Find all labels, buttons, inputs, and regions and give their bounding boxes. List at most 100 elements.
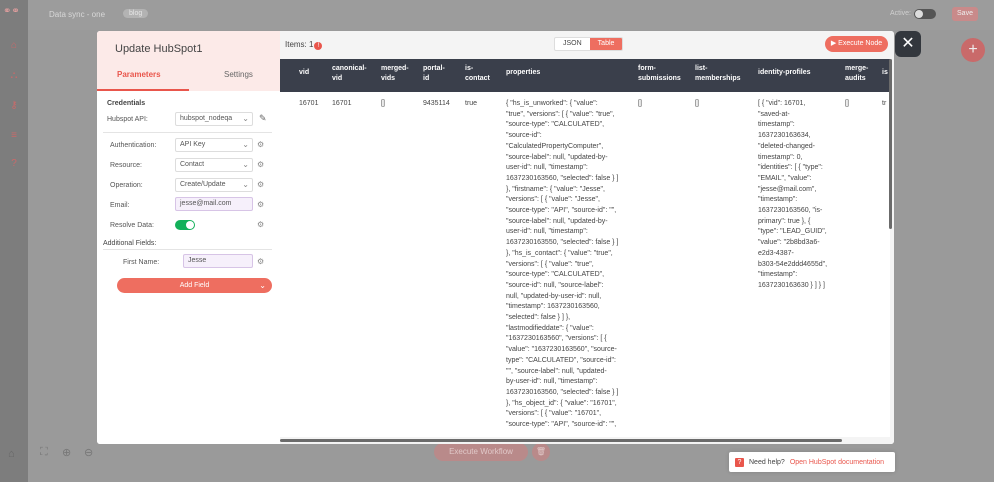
app-topbar — [28, 0, 994, 30]
column-header-merged-vids: merged- vids — [381, 65, 409, 82]
execute-workflow-label: Execute Workflow — [449, 447, 513, 456]
active-tab-indicator — [97, 89, 189, 91]
resource-select[interactable]: Contact ⌄ — [175, 158, 253, 172]
cell-canonical-vid: 16701 — [332, 100, 352, 107]
add-field-label: Add Field — [179, 282, 210, 289]
executions-icon[interactable]: ≡ — [8, 130, 20, 142]
canvas-home-icon[interactable]: ⌂ — [8, 448, 15, 460]
n8n-logo[interactable]: ⚭⚭ — [3, 6, 25, 20]
cell-merged-vids: [] — [381, 100, 385, 107]
tab-parameters[interactable]: Parameters — [117, 70, 161, 79]
workflow-title[interactable]: Data sync - one — [49, 10, 105, 19]
chevron-down-icon: ⌄ — [242, 114, 249, 123]
cell-list-memberships: [] — [695, 100, 699, 107]
additional-fields-heading: Additional Fields: — [103, 240, 157, 247]
add-node-button[interactable]: + — [961, 38, 985, 62]
hubspot-api-select[interactable]: hubspot_nodeqa ⌄ — [175, 112, 253, 126]
resource-value: Contact — [180, 161, 205, 168]
column-header-form-submissions: form- submissions — [638, 65, 681, 82]
documentation-link[interactable]: Open HubSpot documentation — [790, 459, 884, 466]
home-icon[interactable]: ⌂ — [8, 40, 20, 52]
credentials-heading: Credentials — [107, 100, 146, 107]
delete-icon[interactable]: 🗑 — [532, 443, 550, 461]
table-header: vid canonical- vid merged- vids portal- … — [280, 59, 890, 92]
view-toggle: JSON Table — [554, 37, 624, 51]
items-count-label: Items: 1 — [285, 40, 314, 49]
horizontal-scrollbar[interactable] — [280, 439, 842, 442]
column-header-is-contact: is- contact — [465, 65, 490, 82]
help-toast: ? Need help? Open HubSpot documentation — [729, 452, 895, 472]
cell-identity-profiles: [ { "vid": 16701, "saved-at- timestamp":… — [758, 100, 828, 289]
question-icon: ? — [735, 457, 744, 467]
vertical-scrollbar[interactable] — [889, 59, 892, 229]
app-sidebar: ⚭⚭ ⌂ ⛬ ⚷ ≡ ? — [0, 0, 28, 482]
key-icon[interactable]: ⚷ — [8, 100, 20, 112]
cell-form-submissions: [] — [638, 100, 642, 107]
execute-node-label: Execute Node — [838, 40, 883, 47]
gear-icon[interactable]: ⚙ — [257, 180, 264, 189]
output-table: vid canonical- vid merged- vids portal- … — [280, 59, 890, 437]
column-header-canonical-vid: canonical- vid — [332, 65, 367, 82]
help-icon[interactable]: ? — [8, 158, 20, 170]
warning-icon[interactable]: ! — [314, 42, 323, 50]
column-header-properties: properties — [506, 69, 541, 76]
column-header-merge-audits: merge- audits — [845, 65, 869, 82]
node-settings-panel: Update HubSpot1 Parameters Settings Cred… — [97, 31, 280, 444]
chevron-down-icon: ⌄ — [242, 140, 249, 149]
cell-properties: { "hs_is_unworked": { "value": "true", "… — [506, 100, 619, 429]
gear-icon[interactable]: ⚙ — [257, 200, 264, 209]
divider — [103, 132, 272, 133]
zoom-out-icon[interactable]: ⊖ — [84, 446, 93, 459]
column-header-is-partial: is — [882, 69, 888, 76]
view-json-option[interactable]: JSON — [555, 38, 590, 50]
first-name-field[interactable]: Jesse — [183, 254, 253, 268]
resolve-data-toggle[interactable] — [175, 220, 195, 230]
gear-icon[interactable]: ⚙ — [257, 257, 264, 266]
divider — [103, 249, 272, 250]
authentication-value: API Key — [180, 141, 206, 148]
first-name-label: First Name: — [123, 259, 160, 266]
execute-workflow-button[interactable]: Execute Workflow — [434, 443, 528, 461]
operation-value: Create/Update — [180, 181, 226, 188]
execute-node-button[interactable]: ▶ Execute Node — [825, 36, 888, 52]
workflows-icon[interactable]: ⛬ — [8, 70, 20, 82]
tab-settings[interactable]: Settings — [224, 70, 253, 79]
fit-view-icon[interactable]: ⛶ — [40, 446, 48, 459]
resolve-data-label: Resolve Data: — [110, 222, 154, 229]
cell-vid: 16701 — [299, 100, 319, 107]
workflow-tag[interactable]: blog — [123, 9, 149, 18]
pencil-icon[interactable]: ✎ — [259, 113, 267, 124]
zoom-in-icon[interactable]: ⊕ — [62, 446, 71, 459]
chevron-down-icon: ⌄ — [259, 281, 266, 290]
node-output-panel: Items: 1! JSON Table ▶ Execute Node vid … — [280, 31, 894, 444]
gear-icon[interactable]: ⚙ — [257, 140, 264, 149]
gear-icon[interactable]: ⚙ — [257, 220, 264, 229]
node-settings-header: Update HubSpot1 Parameters Settings — [97, 31, 280, 91]
help-prefix: Need help? — [749, 458, 785, 466]
add-field-button[interactable]: Add Field ⌄ — [117, 278, 272, 293]
cell-portal-id: 9435114 — [423, 100, 450, 107]
save-button[interactable]: Save — [952, 7, 978, 21]
chevron-down-icon: ⌄ — [242, 160, 249, 169]
cell-is-partial: tr — [882, 100, 887, 107]
chevron-down-icon: ⌄ — [242, 180, 249, 189]
column-header-list-memberships: list- memberships — [695, 65, 741, 82]
cell-is-contact: true — [465, 100, 478, 107]
email-field[interactable]: jesse@mail.com — [175, 197, 253, 211]
operation-label: Operation: — [110, 182, 143, 189]
column-header-portal-id: portal- id — [423, 65, 445, 82]
email-label: Email: — [110, 202, 130, 209]
active-toggle[interactable] — [914, 9, 936, 19]
node-title[interactable]: Update HubSpot1 — [115, 43, 202, 55]
view-table-option[interactable]: Table — [589, 38, 623, 50]
items-count: Items: 1! — [285, 40, 323, 50]
active-label: Active: — [890, 10, 912, 17]
cell-merge-audits: [] — [845, 100, 849, 107]
resource-label: Resource: — [110, 162, 142, 169]
gear-icon[interactable]: ⚙ — [257, 160, 264, 169]
authentication-label: Authentication: — [110, 142, 157, 149]
hubspot-api-value: hubspot_nodeqa — [180, 115, 233, 122]
operation-select[interactable]: Create/Update ⌄ — [175, 178, 253, 192]
close-icon[interactable]: ✕ — [895, 31, 921, 57]
authentication-select[interactable]: API Key ⌄ — [175, 138, 253, 152]
